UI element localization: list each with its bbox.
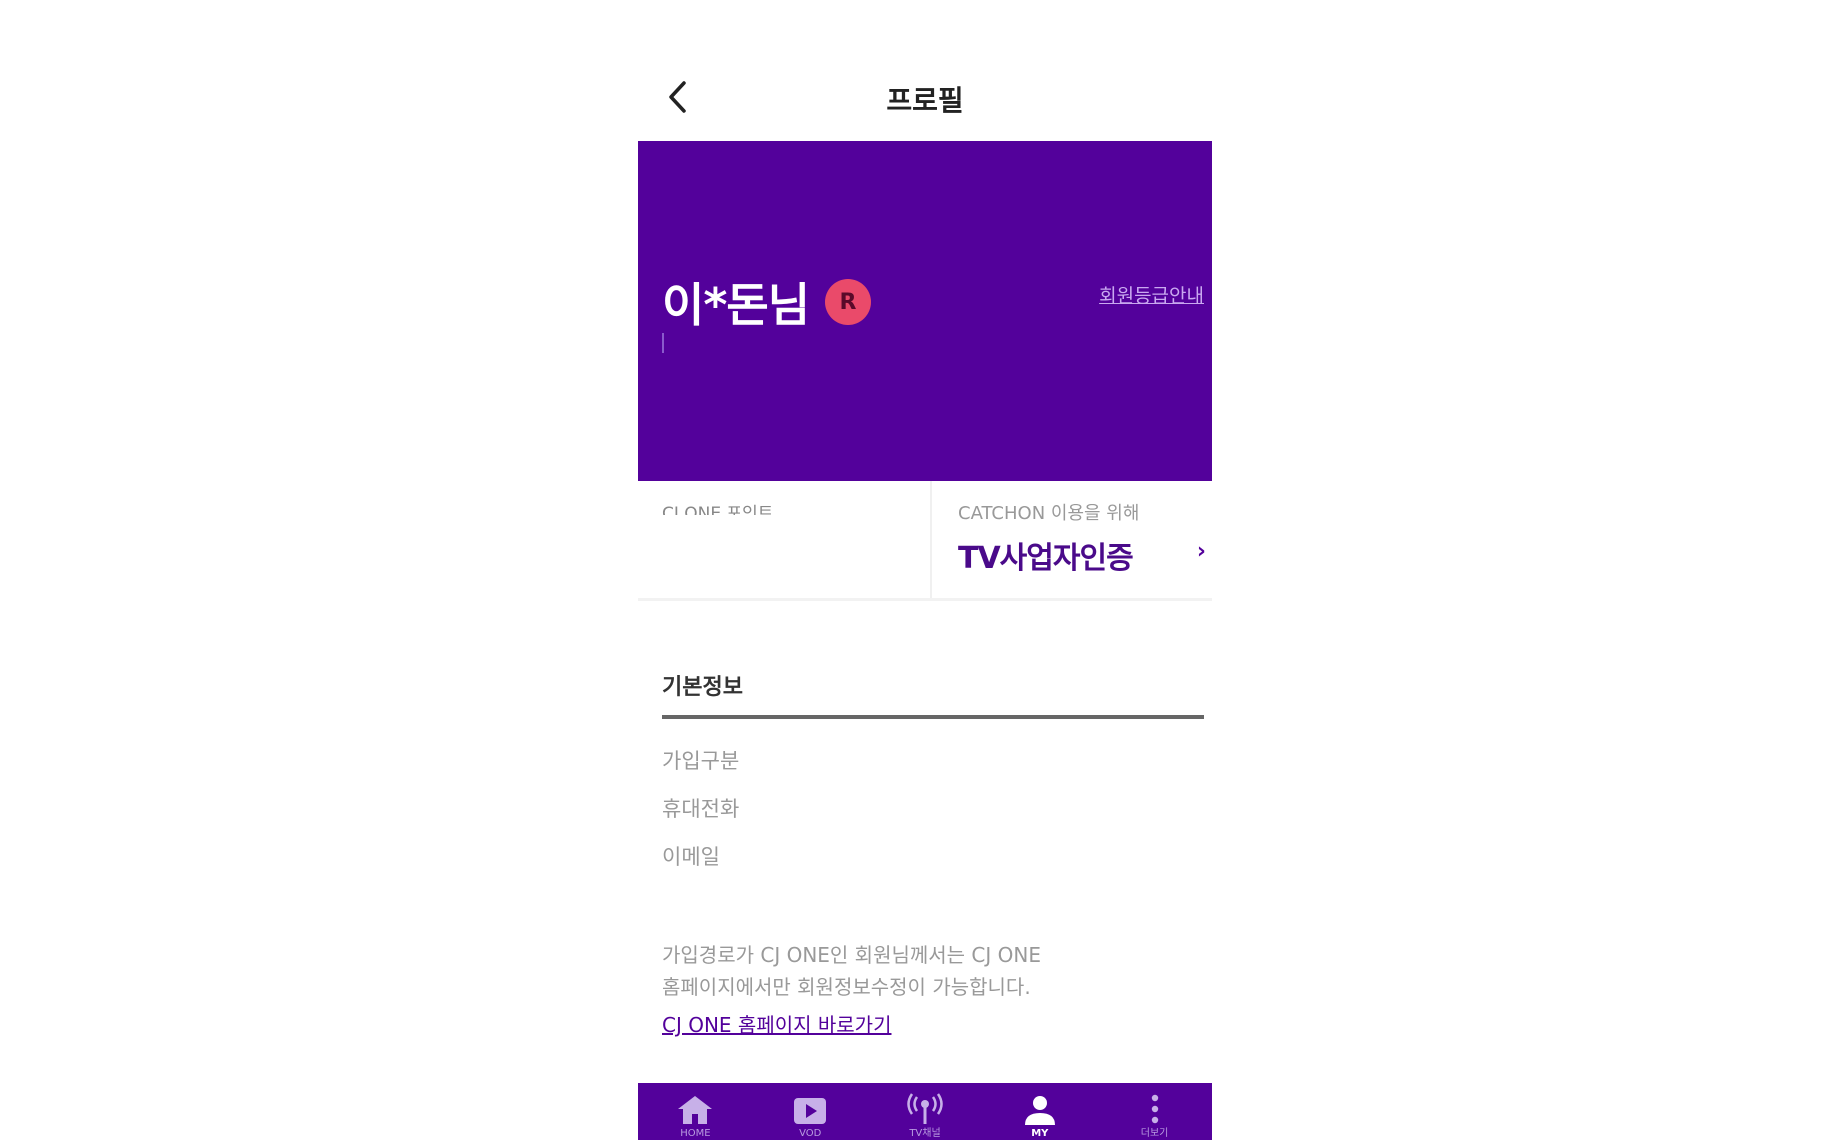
basic-info-list: 가입구분 휴대전화 이메일 (662, 747, 739, 891)
user-name: 이*돈님 (662, 278, 810, 332)
basic-info-title: 기본정보 (662, 675, 743, 700)
more-vertical-icon (1135, 1093, 1175, 1127)
notice-text: 가입경로가 CJ ONE인 회원님께서는 CJ ONE 홈페이지에서만 회원정보… (662, 939, 1182, 1003)
nav-item-tv-channel[interactable]: TV채널 (868, 1083, 983, 1140)
nav-label-home: HOME (680, 1128, 711, 1139)
bottom-nav: HOME VOD TV채널 MY 더보기 (638, 1083, 1212, 1140)
cj-one-homepage-link[interactable]: CJ ONE 홈페이지 바로가기 (662, 1009, 891, 1038)
notice-line-2: 홈페이지에서만 회원정보수정이 가능합니다. (662, 975, 1031, 999)
nav-label-tv-channel: TV채널 (909, 1128, 941, 1139)
user-icon (1020, 1093, 1060, 1127)
cj-one-point-label: CJ ONE 포인트 (662, 504, 774, 515)
info-item-phone: 휴대전화 (662, 797, 740, 821)
grade-guide-link[interactable]: 회원등급안내 (1099, 281, 1204, 308)
catchon-label: CATCHON 이용을 위해 (958, 503, 1140, 524)
tv-business-auth-value: TV사업자인증 (958, 541, 1134, 576)
notice-line-1: 가입경로가 CJ ONE인 회원님께서는 CJ ONE (662, 943, 1041, 967)
info-item-email: 이메일 (662, 845, 720, 869)
nav-item-my[interactable]: MY (982, 1083, 1097, 1140)
nav-item-home[interactable]: HOME (638, 1083, 753, 1140)
section-divider (662, 715, 1204, 719)
text-cursor (662, 333, 664, 353)
cj-one-point-card[interactable]: CJ ONE 포인트 (638, 481, 932, 598)
vod-icon (790, 1093, 830, 1127)
phone-frame: 프로필 이*돈님 R 회원등급안내 CJ ONE 포인트 CATCHON 이용을… (638, 61, 1212, 1140)
home-icon (675, 1093, 715, 1127)
nav-label-more: 더보기 (1140, 1128, 1169, 1139)
info-item-join-type: 가입구분 (662, 749, 740, 773)
nav-label-vod: VOD (799, 1128, 822, 1139)
grade-badge: R (825, 279, 872, 325)
nav-item-more[interactable]: 더보기 (1097, 1083, 1212, 1140)
chevron-right-icon: › (1196, 539, 1206, 564)
app-header: 프로필 (638, 61, 1212, 141)
page-title: 프로필 (886, 84, 964, 117)
tv-channel-icon (905, 1093, 945, 1127)
tv-business-auth-card[interactable]: CATCHON 이용을 위해 TV사업자인증 › (932, 481, 1212, 598)
nav-item-vod[interactable]: VOD (753, 1083, 868, 1140)
info-cards: CJ ONE 포인트 CATCHON 이용을 위해 TV사업자인증 › (638, 481, 1212, 601)
user-row: 이*돈님 R (662, 269, 872, 335)
nav-label-my: MY (1031, 1128, 1049, 1139)
profile-banner: 이*돈님 R 회원등급안내 (638, 141, 1212, 481)
